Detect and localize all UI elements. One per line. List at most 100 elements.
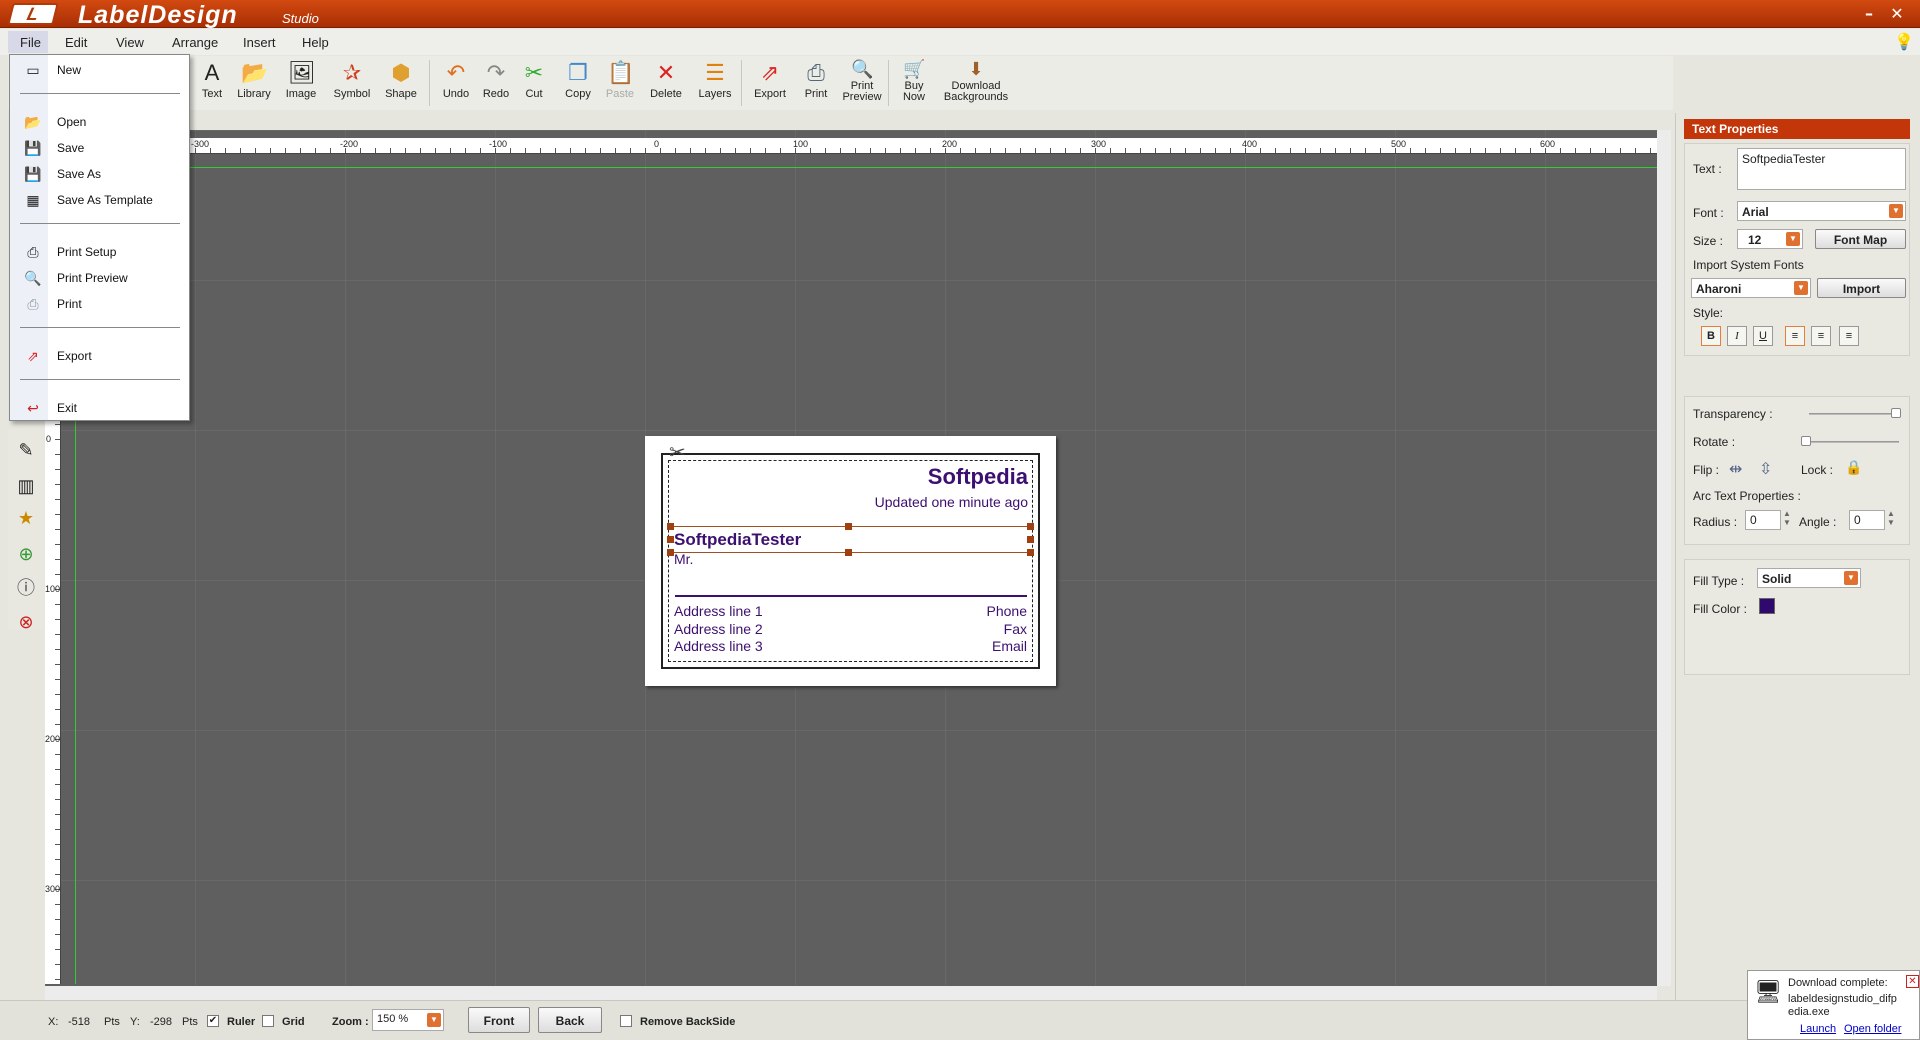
- company-text[interactable]: Softpedia: [928, 464, 1028, 490]
- export-button[interactable]: ⇗ Export: [748, 60, 792, 100]
- layers-button[interactable]: ☰ Layers: [694, 60, 736, 100]
- resize-handle[interactable]: [1027, 523, 1034, 530]
- ruler-checkbox[interactable]: ✔: [207, 1015, 219, 1027]
- menu-item-save-as[interactable]: 💾 Save As: [10, 163, 189, 185]
- resize-handle[interactable]: [1027, 549, 1034, 556]
- barcode-icon[interactable]: ▥: [14, 474, 38, 498]
- updated-text[interactable]: Updated one minute ago: [875, 494, 1028, 510]
- bold-button[interactable]: B: [1701, 326, 1721, 346]
- resize-handle[interactable]: [845, 549, 852, 556]
- copy-button[interactable]: ❐ Copy: [560, 60, 596, 100]
- transparency-slider[interactable]: [1809, 413, 1899, 415]
- align-center-icon[interactable]: ≡: [1811, 326, 1831, 346]
- open-folder-link[interactable]: Open folder: [1844, 1023, 1901, 1035]
- lightbulb-icon[interactable]: 💡: [1894, 32, 1914, 52]
- menu-item-new[interactable]: ▭ New: [10, 59, 189, 81]
- zoom-select[interactable]: 150 % ▼: [372, 1009, 444, 1031]
- paste-button[interactable]: 📋 Paste: [602, 60, 638, 100]
- transparency-knob[interactable]: [1891, 408, 1901, 418]
- menu-item-open[interactable]: 📂 Open: [10, 111, 189, 133]
- fill-type-select[interactable]: Solid ▼: [1757, 568, 1861, 588]
- menu-arrange[interactable]: Arrange: [172, 35, 218, 50]
- flip-horizontal-icon[interactable]: ⇹: [1729, 459, 1742, 479]
- print-preview-button[interactable]: 🔍 Print Preview: [840, 58, 884, 103]
- rotate-slider[interactable]: [1801, 441, 1899, 443]
- menu-item-print[interactable]: ⎙ Print: [10, 293, 189, 315]
- grid-checkbox[interactable]: [262, 1015, 274, 1027]
- lock-icon[interactable]: 🔒: [1845, 459, 1862, 476]
- resize-handle[interactable]: [667, 536, 674, 543]
- size-select[interactable]: 12 ▼: [1737, 229, 1803, 249]
- email-text[interactable]: Email: [992, 638, 1027, 654]
- symbol-button[interactable]: ✰ Symbol: [328, 60, 376, 100]
- buy-now-button[interactable]: 🛒 Buy Now: [896, 58, 932, 103]
- menu-view[interactable]: View: [116, 35, 144, 50]
- menu-insert[interactable]: Insert: [243, 35, 276, 50]
- redo-button[interactable]: ↷ Redo: [478, 60, 514, 100]
- text-tool-button[interactable]: A Text: [194, 60, 230, 100]
- italic-button[interactable]: I: [1727, 326, 1747, 346]
- address-line-2[interactable]: Address line 2: [674, 621, 763, 637]
- library-button[interactable]: 📂 Library: [232, 60, 276, 100]
- horizontal-scrollbar[interactable]: [45, 986, 1657, 1000]
- menu-edit[interactable]: Edit: [65, 35, 87, 50]
- menu-file[interactable]: File: [8, 31, 48, 53]
- menu-item-export[interactable]: ⇗ Export: [10, 345, 189, 367]
- remove-page-icon[interactable]: ⊗: [14, 610, 38, 634]
- radius-input[interactable]: 0: [1745, 510, 1781, 530]
- front-button[interactable]: Front: [468, 1007, 530, 1033]
- spin-arrows-icon[interactable]: ▲ ▼: [1783, 509, 1791, 527]
- page-info-icon[interactable]: ⓘ: [14, 576, 38, 600]
- phone-text[interactable]: Phone: [987, 603, 1027, 619]
- paste-icon: 📋: [607, 60, 635, 85]
- font-map-button[interactable]: Font Map: [1815, 229, 1906, 249]
- shape-button[interactable]: ⬢ Shape: [380, 60, 422, 100]
- add-page-icon[interactable]: ⊕: [14, 542, 38, 566]
- menu-item-print-preview[interactable]: 🔍 Print Preview: [10, 267, 189, 289]
- resize-handle[interactable]: [845, 523, 852, 530]
- address-line-3[interactable]: Address line 3: [674, 638, 763, 654]
- align-left-icon[interactable]: ≡: [1785, 326, 1805, 346]
- rotate-knob[interactable]: [1801, 436, 1811, 446]
- close-icon[interactable]: ✕: [1906, 975, 1919, 988]
- angle-input[interactable]: 0: [1849, 510, 1885, 530]
- download-backgrounds-button[interactable]: ⬇ Download Backgrounds: [936, 58, 1016, 103]
- resize-handle[interactable]: [667, 549, 674, 556]
- card-divider: [675, 595, 1027, 597]
- flip-vertical-icon[interactable]: ⇳: [1759, 459, 1772, 479]
- back-button[interactable]: Back: [538, 1007, 602, 1033]
- remove-backside-checkbox[interactable]: [620, 1015, 632, 1027]
- undo-button[interactable]: ↶ Undo: [438, 60, 474, 100]
- minimize-button[interactable]: –: [1858, 4, 1880, 23]
- menu-item-save-as-template[interactable]: ▦ Save As Template: [10, 189, 189, 211]
- launch-link[interactable]: Launch: [1800, 1023, 1836, 1035]
- import-font-select[interactable]: Aharoni ▼: [1691, 278, 1811, 298]
- name-text[interactable]: SoftpediaTester: [674, 530, 801, 550]
- title-text[interactable]: Mr.: [674, 551, 693, 567]
- resize-handle[interactable]: [1027, 536, 1034, 543]
- menu-item-print-setup[interactable]: ⎙ Print Setup: [10, 241, 189, 263]
- align-right-icon[interactable]: ≡: [1839, 326, 1859, 346]
- vertical-scrollbar[interactable]: [1657, 130, 1671, 986]
- print-button[interactable]: ⎙ Print: [796, 60, 836, 100]
- clipart-icon[interactable]: ★: [14, 506, 38, 530]
- font-select[interactable]: Arial ▼: [1737, 201, 1906, 221]
- menu-item-save[interactable]: 💾 Save: [10, 137, 189, 159]
- label-card[interactable]: ✂ Softpedia Updated one minute ago Softp…: [645, 436, 1056, 686]
- menu-item-exit[interactable]: ↩ Exit: [10, 397, 189, 419]
- text-input[interactable]: SoftpediaTester: [1737, 148, 1906, 190]
- address-line-1[interactable]: Address line 1: [674, 603, 763, 619]
- import-button[interactable]: Import: [1817, 278, 1906, 298]
- fill-color-swatch[interactable]: [1759, 598, 1775, 614]
- label-icon[interactable]: ✎: [14, 438, 38, 462]
- spin-arrows-icon[interactable]: ▲ ▼: [1887, 509, 1895, 527]
- close-button[interactable]: ✕: [1886, 4, 1908, 23]
- resize-handle[interactable]: [667, 523, 674, 530]
- image-button[interactable]: 🖼 Image: [280, 60, 322, 100]
- delete-button[interactable]: ✕ Delete: [645, 60, 687, 100]
- layers-icon: ☰: [705, 60, 725, 85]
- menu-help[interactable]: Help: [302, 35, 329, 50]
- fax-text[interactable]: Fax: [1004, 621, 1027, 637]
- cut-button[interactable]: ✂ Cut: [516, 60, 552, 100]
- underline-button[interactable]: U: [1753, 326, 1773, 346]
